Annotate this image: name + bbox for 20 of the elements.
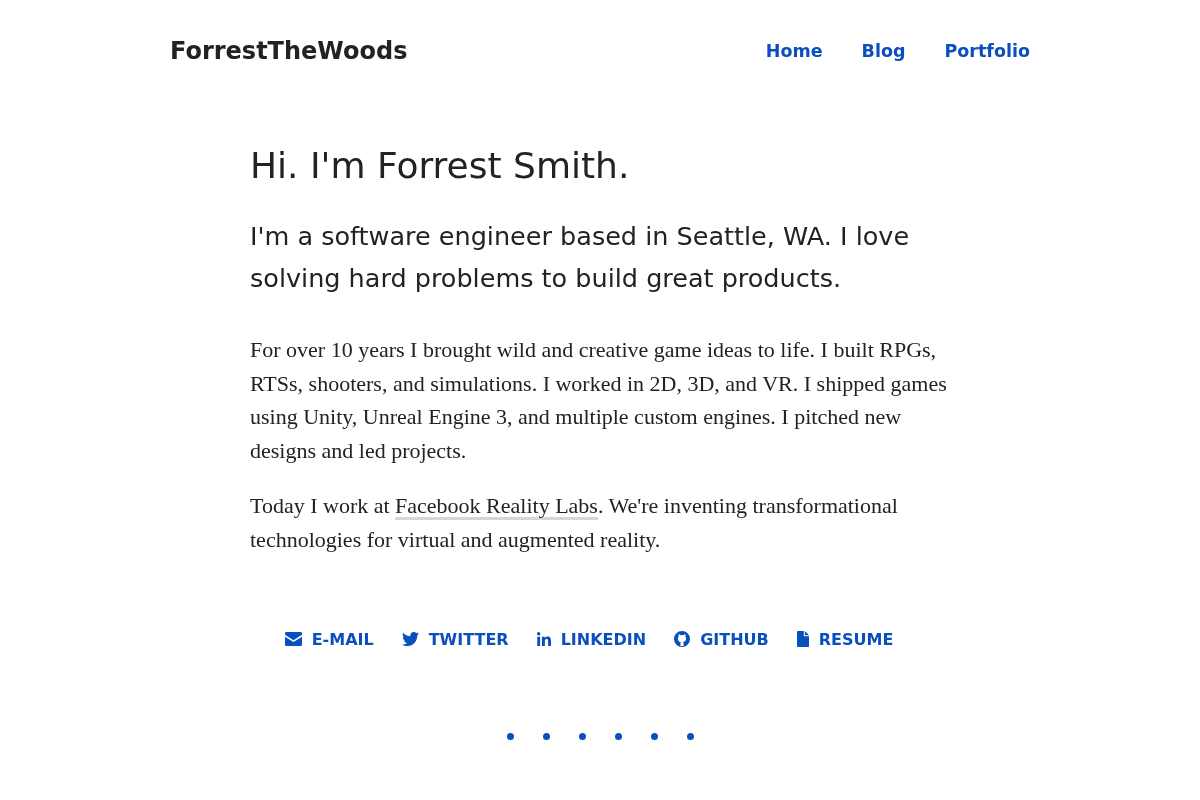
dots-divider-icon: [506, 732, 694, 740]
bio-paragraph: For over 10 years I brought wild and creative game ideas to life. I built RPGs, RTSs, shooters, and simulations. I worked in 2D, 3D, and VR. I shipped games using Unity, Unreal Engine 3, and multiple custom engines. I pitched new designs and led projects.: [250, 336, 948, 465]
social-link[interactable]: LINKEDIN: [536, 629, 647, 649]
social-link[interactable]: RESUME: [796, 629, 894, 649]
cat-logo-icon: [674, 631, 691, 648]
nav-link[interactable]: Blog: [861, 41, 906, 61]
in-logo-icon: [536, 632, 551, 647]
page-heading: Hi. I'm Forrest Smith.: [250, 144, 631, 188]
bio-paragraph: Today I work at Facebook Reality Labs. We're inventing transformational technologies for virtual and augmented reality.: [250, 492, 899, 554]
social-link[interactable]: GITHUB: [674, 629, 769, 649]
document-icon: [796, 631, 809, 648]
social-link[interactable]: E-MAIL: [284, 629, 374, 649]
site-title[interactable]: ForrestTheWoods: [170, 37, 408, 65]
envelope-icon: [284, 632, 302, 647]
tagline: I'm a software engineer based in Seattle, WA. I love solving hard problems to build great products.: [250, 220, 911, 295]
nav-link[interactable]: Portfolio: [944, 41, 1030, 61]
nav-link[interactable]: Home: [765, 41, 823, 61]
bird-icon: [401, 632, 419, 647]
social-link[interactable]: TWITTER: [401, 629, 509, 649]
link[interactable]: Facebook Reality Labs: [395, 493, 598, 519]
